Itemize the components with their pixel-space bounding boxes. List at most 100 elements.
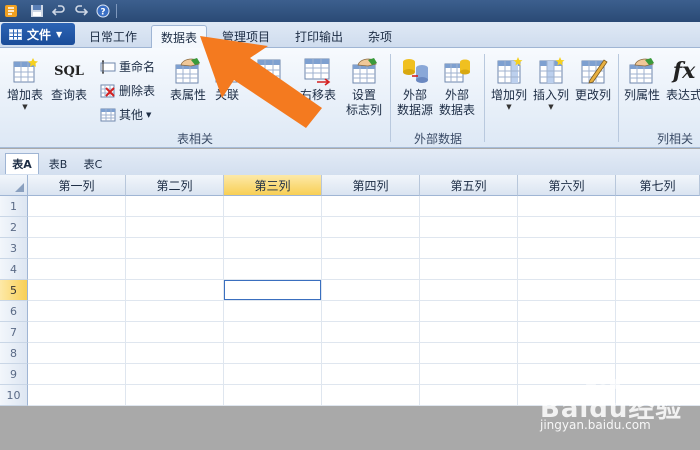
sheet-tab-c[interactable]: 表C	[77, 153, 109, 174]
relation-icon	[215, 65, 239, 83]
row-header[interactable]: 6	[0, 301, 28, 322]
sheet-tab-bar: 表A 表B 表C	[0, 149, 700, 175]
row-header[interactable]: 3	[0, 238, 28, 259]
app-icon[interactable]	[2, 2, 20, 20]
change-column-button[interactable]: 更改列	[572, 56, 614, 103]
tab-print-output[interactable]: 打印输出	[287, 25, 351, 48]
file-menu-button[interactable]: 文件 ▼	[1, 23, 75, 45]
sheet-tab-b[interactable]: 表B	[42, 153, 74, 174]
row-header[interactable]: 4	[0, 259, 28, 280]
column-header[interactable]: 第四列	[322, 175, 420, 196]
external-table-icon	[444, 59, 470, 83]
row-header[interactable]: 7	[0, 322, 28, 343]
grid-line	[28, 321, 700, 322]
change-column-label: 更改列	[574, 88, 611, 102]
save-icon[interactable]	[28, 2, 46, 20]
grid-line	[28, 279, 700, 280]
corner-triangle-icon	[15, 183, 24, 192]
row-header[interactable]: 2	[0, 217, 28, 238]
insert-column-button[interactable]: 插入列 ▼	[530, 56, 572, 111]
add-table-button[interactable]: 增加表 ▼	[4, 56, 46, 111]
title-bar: ?	[0, 0, 700, 22]
move-right-icon	[304, 58, 331, 86]
column-header-selected[interactable]: 第三列	[224, 175, 322, 196]
help-icon[interactable]: ?	[94, 2, 112, 20]
move-right-button[interactable]: 右移表	[296, 56, 340, 103]
column-header[interactable]: 第二列	[126, 175, 224, 196]
tab-manage-project[interactable]: 管理项目	[214, 25, 278, 48]
move-right-label: 右移表	[299, 88, 336, 102]
table-properties-label: 表属性	[169, 88, 206, 102]
svg-text:?: ?	[100, 8, 105, 18]
tab-misc[interactable]: 杂项	[360, 25, 400, 48]
other-button[interactable]: 其他 ▼	[100, 106, 151, 123]
watermark-url: jingyan.baidu.com	[540, 418, 651, 432]
grid-line	[28, 342, 700, 343]
external-data-table-button[interactable]: 外部 数据表	[437, 56, 477, 118]
ribbon-panel: 增加表 ▼ SQL 查询表 重命名 删除表 其他 ▼ 表属性 关联 左 右移表 …	[0, 48, 700, 148]
grid-line	[517, 196, 518, 406]
grid-line	[28, 300, 700, 301]
chevron-down-icon: ▼	[22, 103, 28, 111]
row-header[interactable]: 1	[0, 196, 28, 217]
column-hand-icon	[629, 58, 654, 84]
add-table-icon	[13, 58, 38, 83]
move-left-icon	[257, 59, 281, 83]
file-menu-label: 文件	[27, 27, 52, 42]
row-header[interactable]: 10	[0, 385, 28, 406]
row-header-selected[interactable]: 5	[0, 280, 28, 301]
relation-label: 关联	[214, 88, 239, 102]
relation-button[interactable]: 关联	[210, 56, 244, 103]
table-hand-icon	[175, 58, 200, 84]
redo-icon[interactable]	[72, 2, 90, 20]
row-header[interactable]: 8	[0, 343, 28, 364]
set-flag-column-label-1: 设置	[351, 88, 376, 102]
grid-line	[28, 258, 700, 259]
flag-column-icon	[352, 58, 377, 84]
query-table-button[interactable]: SQL 查询表	[48, 56, 90, 103]
add-column-icon	[497, 57, 523, 84]
add-column-button[interactable]: 增加列 ▼	[488, 56, 530, 111]
sheet-tab-a[interactable]: 表A	[5, 153, 39, 174]
grid-line	[419, 196, 420, 406]
grid-line	[321, 196, 322, 406]
external-data-table-label-1: 外部	[444, 88, 469, 102]
rename-button[interactable]: 重命名	[100, 58, 155, 75]
external-data-source-label-2: 数据源	[396, 103, 433, 117]
table-properties-button[interactable]: 表属性	[167, 56, 209, 103]
chevron-down-icon: ▼	[56, 29, 63, 39]
grid-line	[28, 216, 700, 217]
group-label-table: 表相关	[176, 132, 213, 146]
ribbon-tab-bar: 文件 ▼ 日常工作 数据表 管理项目 打印输出 杂项	[0, 22, 700, 49]
expression-button[interactable]: fx 表达式	[664, 56, 700, 103]
move-left-label: 左	[262, 88, 275, 102]
column-header[interactable]: 第六列	[518, 175, 616, 196]
fx-icon-text: fx	[672, 58, 696, 84]
table-icon	[100, 108, 116, 121]
insert-column-label: 插入列	[532, 88, 569, 102]
column-header[interactable]: 第五列	[420, 175, 518, 196]
database-icon	[403, 59, 428, 83]
row-header[interactable]: 9	[0, 364, 28, 385]
column-header[interactable]: 第一列	[28, 175, 126, 196]
group-label-column: 列相关	[656, 132, 693, 146]
set-flag-column-label-2: 标志列	[345, 103, 382, 117]
add-table-label: 增加表	[6, 88, 43, 102]
column-properties-button[interactable]: 列属性	[622, 56, 662, 103]
set-flag-column-button[interactable]: 设置 标志列	[344, 56, 384, 118]
column-header[interactable]: 第七列	[616, 175, 700, 196]
sql-icon: SQL	[54, 56, 84, 86]
external-data-source-button[interactable]: 外部 数据源	[395, 56, 435, 118]
selected-cell[interactable]	[224, 280, 321, 300]
tab-data-table[interactable]: 数据表	[151, 25, 207, 49]
expression-label: 表达式	[665, 88, 700, 102]
move-left-button[interactable]: 左	[250, 56, 288, 103]
query-table-label: 查询表	[50, 88, 87, 102]
select-all-corner[interactable]	[0, 175, 28, 196]
undo-icon[interactable]	[50, 2, 68, 20]
chevron-down-icon: ▼	[548, 103, 554, 111]
group-separator	[484, 54, 485, 142]
delete-table-button[interactable]: 删除表	[100, 82, 155, 99]
tab-daily-work[interactable]: 日常工作	[80, 25, 146, 48]
fx-icon: fx	[669, 56, 699, 86]
